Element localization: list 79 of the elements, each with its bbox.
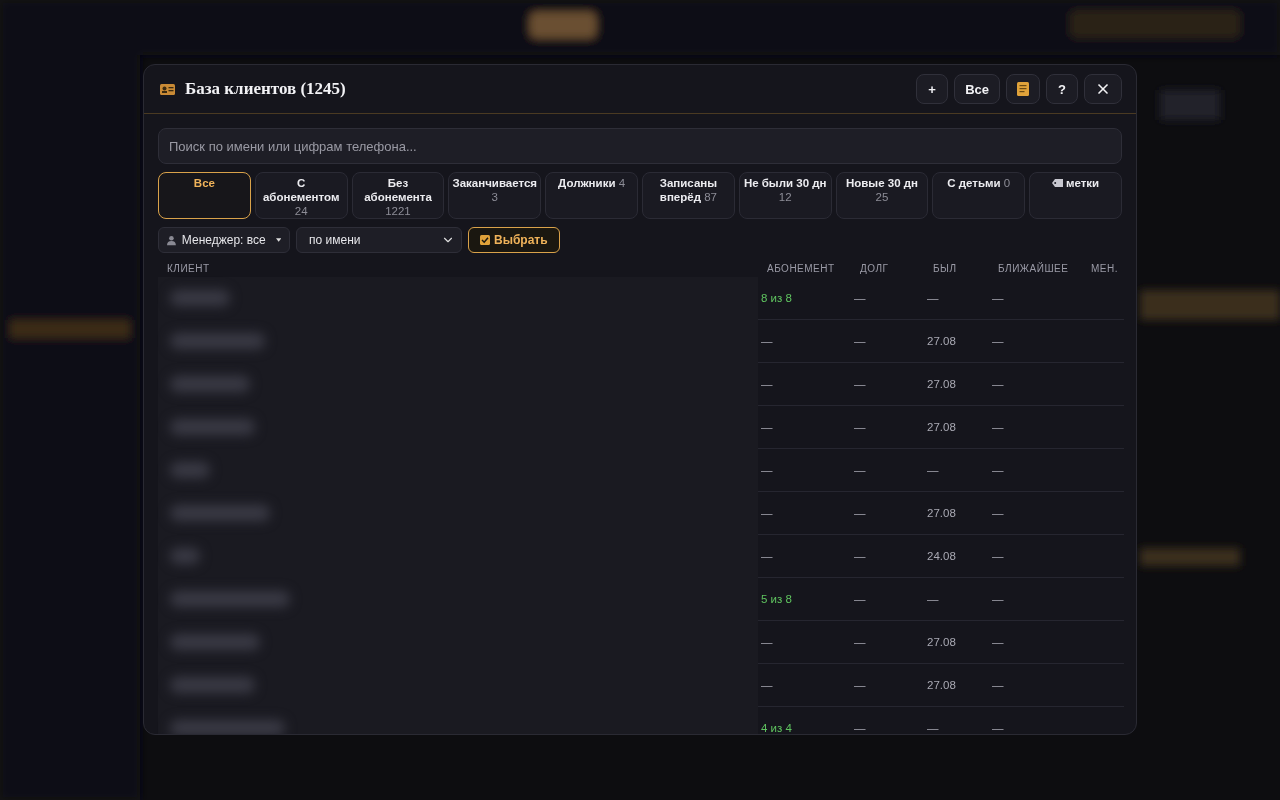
column-header: БЫЛ <box>932 262 958 276</box>
table-cell: — <box>854 593 866 605</box>
table-cell: — <box>927 464 939 476</box>
filter-chip[interactable]: Все <box>158 172 251 219</box>
sort-select[interactable]: по имени <box>296 227 462 253</box>
table-cell: — <box>927 292 939 304</box>
table-cell: — <box>992 722 1004 734</box>
close-button[interactable] <box>1084 74 1122 104</box>
person-icon <box>167 234 176 246</box>
table-cell: — <box>761 335 773 347</box>
dialog-title: База клиентов (1245) <box>185 79 347 99</box>
checkbox-icon <box>480 235 490 245</box>
filter-chip[interactable]: Записаны вперёд 87 <box>642 172 735 219</box>
blurred-name <box>170 290 230 306</box>
table-cell: 5 из 8 <box>761 593 792 605</box>
blurred-name <box>170 548 200 564</box>
caret-icon <box>275 238 281 242</box>
filter-chip[interactable]: Новые 30 дн 25 <box>835 172 929 219</box>
table-cell: — <box>992 593 1004 605</box>
table-cell: — <box>992 636 1004 648</box>
column-header: МЕН. <box>1090 262 1119 276</box>
table-cell: — <box>761 550 773 562</box>
table-cell: — <box>992 550 1004 562</box>
id-card-icon <box>160 83 175 95</box>
filter-chip[interactable]: Должники 4 <box>545 172 638 219</box>
header-button[interactable]: + <box>916 74 949 104</box>
table-cell: — <box>927 593 939 605</box>
table-cell: 27.08 <box>927 679 956 691</box>
table-cell: — <box>854 550 866 562</box>
table-cell: — <box>992 464 1004 476</box>
filter-chip[interactable]: С детьми 0 <box>932 172 1026 219</box>
table-cell: — <box>854 722 866 734</box>
table-cell: 27.08 <box>927 636 956 648</box>
filter-chip[interactable]: С абонементом 24 <box>254 172 348 219</box>
table-cell: — <box>761 636 773 648</box>
table-cell: 4 из 4 <box>761 722 792 734</box>
table-cell: — <box>992 421 1004 433</box>
column-header: КЛИЕНТ <box>166 262 211 276</box>
filter-chip[interactable]: Не были 30 дн 12 <box>738 172 832 219</box>
notes-button[interactable] <box>1006 74 1040 104</box>
blurred-name <box>170 462 210 478</box>
table-cell: — <box>854 636 866 648</box>
table-cell: — <box>992 335 1004 347</box>
header-button[interactable]: Все <box>954 74 1000 104</box>
table-cell: 27.08 <box>927 507 956 519</box>
column-header: ДОЛГ <box>859 262 890 276</box>
table-cell: — <box>992 679 1004 691</box>
table-cell: — <box>761 679 773 691</box>
note-icon <box>1017 82 1029 96</box>
manager-select[interactable]: Менеджер: все <box>158 227 290 253</box>
table-cell: 8 из 8 <box>761 292 792 304</box>
table-cell: — <box>992 378 1004 390</box>
table-cell: — <box>854 292 866 304</box>
column-header: АБОНЕМЕНТ <box>766 262 836 276</box>
search-field[interactable]: Поиск по имени или цифрам телефона... <box>158 128 1122 164</box>
select-button[interactable]: Выбрать <box>468 227 560 253</box>
filter-chip[interactable]: Заканчивается 3 <box>448 172 542 219</box>
table-cell: — <box>761 421 773 433</box>
table-cell: — <box>854 507 866 519</box>
table-cell: 27.08 <box>927 378 956 390</box>
table-cell: — <box>992 292 1004 304</box>
table-cell: — <box>761 507 773 519</box>
table-cell: — <box>927 722 939 734</box>
column-header: БЛИЖАЙШЕЕ <box>997 261 1070 276</box>
table-cell: 24.08 <box>927 550 956 562</box>
close-icon <box>1095 81 1111 97</box>
table-cell: — <box>854 335 866 347</box>
table-cell: — <box>761 464 773 476</box>
filter-chip[interactable]: Без абонемента 1221 <box>351 172 445 219</box>
table-cell: 27.08 <box>927 335 956 347</box>
table-cell: — <box>854 679 866 691</box>
table-cell: — <box>992 507 1004 519</box>
table-cell: — <box>761 378 773 390</box>
filter-chip[interactable]: метки <box>1029 172 1122 219</box>
table-cell: — <box>854 421 866 433</box>
table-cell: 27.08 <box>927 421 956 433</box>
header-button[interactable]: ? <box>1046 74 1078 104</box>
table-cell: — <box>854 378 866 390</box>
table-cell: — <box>854 464 866 476</box>
